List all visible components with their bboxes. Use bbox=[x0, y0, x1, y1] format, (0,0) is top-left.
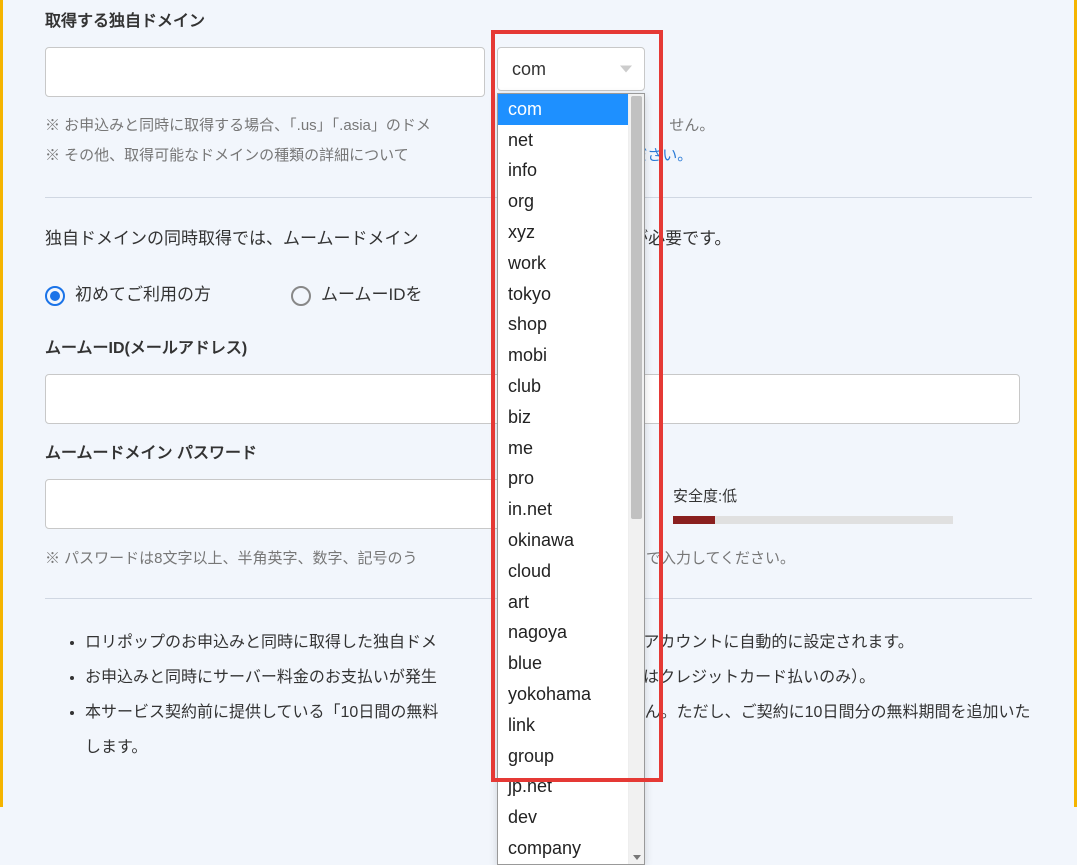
tld-option[interactable]: biz bbox=[498, 402, 628, 433]
radio-has-id-label: ムームーIDを bbox=[321, 280, 423, 311]
tld-option[interactable]: com bbox=[498, 94, 628, 125]
tld-option[interactable]: mobi bbox=[498, 340, 628, 371]
tld-option[interactable]: group bbox=[498, 741, 628, 772]
bullet2-pre: お申込みと同時にサーバー料金のお支払いが発生 bbox=[85, 669, 437, 686]
bullet1-post: のアカウントに自動的に設定されます。 bbox=[627, 634, 913, 651]
tld-select-wrap: com comnetinfoorgxyzworktokyoshopmobiclu… bbox=[497, 47, 645, 91]
tld-select[interactable]: com bbox=[497, 47, 645, 91]
tld-option[interactable]: info bbox=[498, 155, 628, 186]
intro-pre: 独自ドメインの同時取得では、ムームードメイン bbox=[45, 229, 419, 248]
strength-label: 安全度:低 bbox=[673, 483, 953, 510]
tld-option[interactable]: me bbox=[498, 433, 628, 464]
page: 取得する独自ドメイン com comnetinfoorgxyzworktokyo… bbox=[0, 0, 1077, 807]
strength-bar bbox=[673, 516, 953, 524]
pw-note-pre: ※ パスワードは8文字以上、半角英字、数字、記号のう bbox=[45, 550, 418, 567]
tld-option[interactable]: art bbox=[498, 587, 628, 618]
tld-option[interactable]: okinawa bbox=[498, 525, 628, 556]
tld-option[interactable]: nagoya bbox=[498, 617, 628, 648]
note-line1-post: せん。 bbox=[669, 117, 714, 134]
radio-first-time[interactable]: 初めてご利用の方 bbox=[45, 280, 211, 311]
tld-option[interactable]: jp.net bbox=[498, 771, 628, 802]
strength-value: 低 bbox=[722, 488, 737, 505]
note-line1-pre: ※ お申込みと同時に取得する場合、「.us」「.asia」のドメ bbox=[45, 117, 431, 134]
domain-section-title: 取得する独自ドメイン bbox=[45, 8, 1032, 37]
bullet1-pre: ロリポップのお申込みと同時に取得した独自ドメ bbox=[85, 634, 437, 651]
tld-option[interactable]: yokohama bbox=[498, 679, 628, 710]
tld-option[interactable]: shop bbox=[498, 309, 628, 340]
tld-option[interactable]: pro bbox=[498, 463, 628, 494]
intro-post: が必要です。 bbox=[631, 229, 731, 248]
tld-option[interactable]: company bbox=[498, 833, 628, 864]
tld-option[interactable]: net bbox=[498, 125, 628, 156]
tld-option[interactable]: in.net bbox=[498, 494, 628, 525]
note-line2-pre: ※ その他、取得可能なドメインの種類の詳細について bbox=[45, 147, 409, 164]
tld-option[interactable]: org bbox=[498, 186, 628, 217]
dropdown-scrollbar[interactable] bbox=[628, 94, 644, 864]
scrollbar-thumb[interactable] bbox=[631, 96, 642, 519]
tld-option[interactable]: tokyo bbox=[498, 279, 628, 310]
strength-label-prefix: 安全度: bbox=[673, 488, 722, 505]
tld-option[interactable]: club bbox=[498, 371, 628, 402]
bullet2-post: 法はクレジットカード払いのみ）。 bbox=[627, 669, 875, 686]
tld-dropdown-items: comnetinfoorgxyzworktokyoshopmobiclubbiz… bbox=[498, 94, 628, 864]
scrollbar-down-icon[interactable] bbox=[633, 855, 641, 860]
radio-has-id[interactable]: ムームーIDを bbox=[291, 280, 423, 311]
tld-option[interactable]: link bbox=[498, 710, 628, 741]
radio-first-time-label: 初めてご利用の方 bbox=[75, 280, 211, 311]
strength-bar-fill bbox=[673, 516, 715, 524]
tld-option[interactable]: work bbox=[498, 248, 628, 279]
radio-icon-checked bbox=[45, 286, 65, 306]
password-strength: 安全度:低 bbox=[673, 483, 953, 524]
tld-selected-value: com bbox=[512, 53, 546, 85]
domain-input-row: com comnetinfoorgxyzworktokyoshopmobiclu… bbox=[45, 47, 1032, 97]
radio-icon-unchecked bbox=[291, 286, 311, 306]
domain-name-input[interactable] bbox=[45, 47, 485, 97]
tld-option[interactable]: xyz bbox=[498, 217, 628, 248]
tld-dropdown[interactable]: comnetinfoorgxyzworktokyoshopmobiclubbiz… bbox=[497, 93, 645, 865]
bullet3-pre: 本サービス契約前に提供している「10日間の無料 bbox=[85, 704, 438, 721]
tld-option[interactable]: blue bbox=[498, 648, 628, 679]
tld-option[interactable]: cloud bbox=[498, 556, 628, 587]
